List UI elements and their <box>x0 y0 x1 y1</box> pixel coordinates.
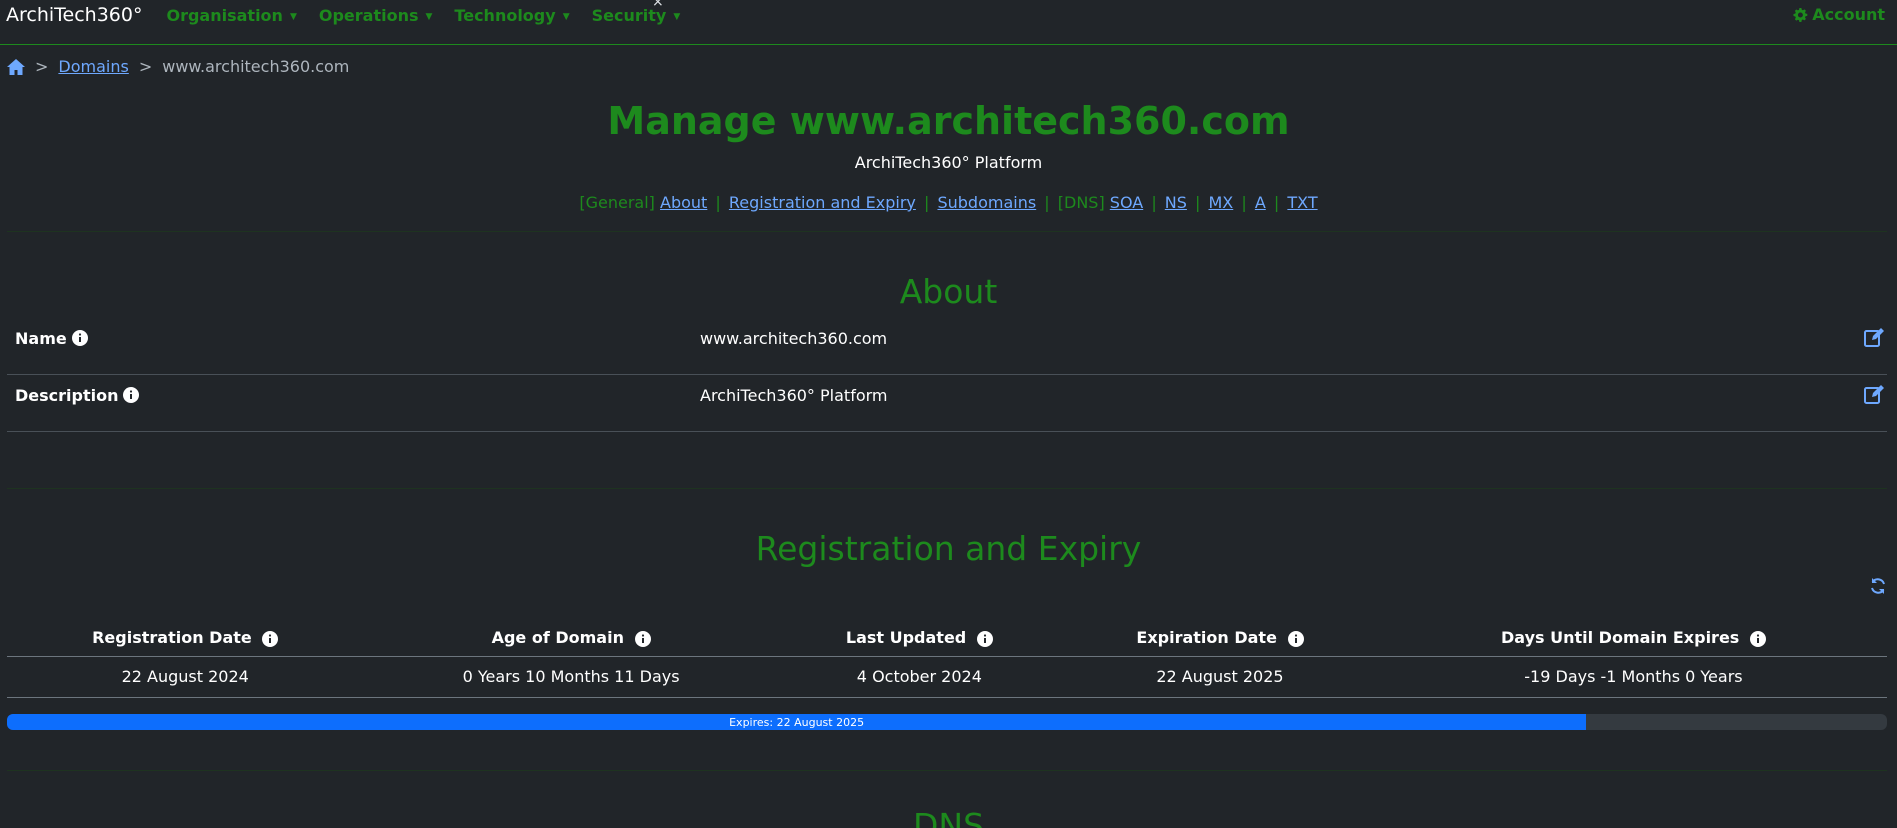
expiry-progress: Expires: 22 August 2025 <box>7 714 1887 730</box>
column-header-label: Last Updated <box>845 628 967 648</box>
divider <box>7 488 1887 489</box>
column-header: Days Until Domain Expires <box>1379 620 1887 657</box>
breadcrumb: > Domains > www.architech360.com <box>7 57 349 76</box>
info-icon[interactable] <box>71 330 88 346</box>
expiration-date-cell: 22 August 2025 <box>1060 656 1380 698</box>
about-heading: About <box>899 272 998 311</box>
about-label: Name <box>15 328 67 348</box>
link-soa[interactable]: SOA <box>1110 193 1143 212</box>
domain-age-cell: 0 Years 10 Months 11 Days <box>363 656 779 698</box>
about-label-cell: Description <box>15 386 700 405</box>
breadcrumb-separator: > <box>138 57 153 76</box>
brand-logo[interactable]: ArchiTech360° <box>6 4 142 26</box>
general-tag: [General] <box>579 193 655 212</box>
row-divider <box>7 374 1887 375</box>
info-icon[interactable] <box>1287 630 1304 647</box>
link-ns[interactable]: NS <box>1165 193 1187 212</box>
about-value: www.architech360.com <box>700 328 888 348</box>
expiry-progress-label: Expires: 22 August 2025 <box>729 715 865 729</box>
link-divider: | <box>923 193 930 212</box>
column-header: Last Updated <box>778 620 1061 657</box>
days-until-expiry-cell: -19 Days -1 Months 0 Years <box>1379 656 1887 698</box>
breadcrumb-domains-link[interactable]: Domains <box>58 57 128 76</box>
menu-operations[interactable]: Operations ▼ <box>319 4 433 28</box>
gear-icon <box>1793 8 1808 22</box>
link-divider: | <box>1044 193 1050 212</box>
link-mx[interactable]: MX <box>1209 193 1234 212</box>
registration-date-cell: 22 August 2024 <box>7 656 364 698</box>
link-a[interactable]: A <box>1255 193 1266 212</box>
dns-tag: [DNS] <box>1057 193 1105 212</box>
link-txt[interactable]: TXT <box>1287 193 1317 212</box>
page-subtitle: ArchiTech360° Platform <box>854 153 1043 172</box>
about-label: Description <box>15 385 119 405</box>
column-header: Expiration Date <box>1060 620 1380 657</box>
registration-heading: Registration and Expiry <box>755 529 1142 568</box>
column-header-label: Registration Date <box>92 628 252 648</box>
table-header-row: Registration Date Age of Domain Last Upd… <box>7 620 1887 657</box>
row-divider <box>7 431 1887 432</box>
table-row: 22 August 2024 0 Years 10 Months 11 Days… <box>7 656 1887 698</box>
link-divider: | <box>1273 193 1280 212</box>
about-row-description: Description ArchiTech360° Platform <box>15 380 1885 410</box>
caret-down-icon: ▼ <box>425 12 433 22</box>
caret-down-icon: ▼ <box>673 12 681 22</box>
refresh-icon[interactable] <box>1869 577 1887 595</box>
about-value: ArchiTech360° Platform <box>700 385 888 405</box>
info-icon[interactable] <box>1749 630 1766 647</box>
link-registration[interactable]: Registration and Expiry <box>729 193 916 212</box>
about-label-cell: Name <box>15 329 700 348</box>
link-divider: | <box>1151 193 1157 212</box>
column-header: Age of Domain <box>363 620 779 657</box>
link-about[interactable]: About <box>660 193 707 212</box>
dns-heading: DNS <box>912 806 985 828</box>
menu-organisation-label: Organisation <box>166 6 283 25</box>
divider <box>7 770 1887 771</box>
home-icon[interactable] <box>7 58 25 75</box>
column-header-label: Age of Domain <box>491 628 624 648</box>
last-updated-cell: 4 October 2024 <box>778 656 1061 698</box>
page-title: Manage www.architech360.com <box>607 99 1290 143</box>
info-icon[interactable] <box>634 630 651 647</box>
expiry-progress-bar: Expires: 22 August 2025 <box>7 714 1587 730</box>
edit-icon[interactable] <box>1863 327 1885 349</box>
link-subdomains[interactable]: Subdomains <box>937 193 1036 212</box>
top-navbar: ArchiTech360° Organisation ▼ Operations … <box>0 0 1897 45</box>
about-row-name: Name www.architech360.com <box>15 323 1885 353</box>
registration-table: Registration Date Age of Domain Last Upd… <box>7 620 1887 698</box>
link-divider: | <box>1195 193 1201 212</box>
column-header-label: Expiration Date <box>1136 628 1277 648</box>
info-icon[interactable] <box>123 387 140 403</box>
breadcrumb-current: www.architech360.com <box>162 57 350 76</box>
breadcrumb-separator: > <box>35 57 49 76</box>
caret-down-icon: ▼ <box>562 12 570 22</box>
edit-icon[interactable] <box>1863 384 1885 406</box>
menu-operations-label: Operations <box>318 6 419 25</box>
menu-technology-label: Technology <box>454 6 556 25</box>
link-divider: | <box>1241 193 1247 212</box>
account-menu[interactable]: Account <box>1792 4 1885 26</box>
link-divider: | <box>715 193 721 212</box>
column-header: Registration Date <box>7 620 364 657</box>
close-mark[interactable]: × <box>652 0 664 10</box>
column-header-label: Days Until Domain Expires <box>1501 628 1740 648</box>
info-icon[interactable] <box>976 630 993 647</box>
menu-security[interactable]: Security ▼ <box>592 4 681 28</box>
menu-technology[interactable]: Technology ▼ <box>454 4 569 28</box>
account-label: Account <box>1812 5 1885 24</box>
menu-organisation[interactable]: Organisation ▼ <box>166 4 296 28</box>
info-icon[interactable] <box>262 630 279 647</box>
divider <box>7 231 1887 232</box>
caret-down-icon: ▼ <box>289 12 297 22</box>
section-links: [General] About | Registration and Expir… <box>0 193 1897 212</box>
